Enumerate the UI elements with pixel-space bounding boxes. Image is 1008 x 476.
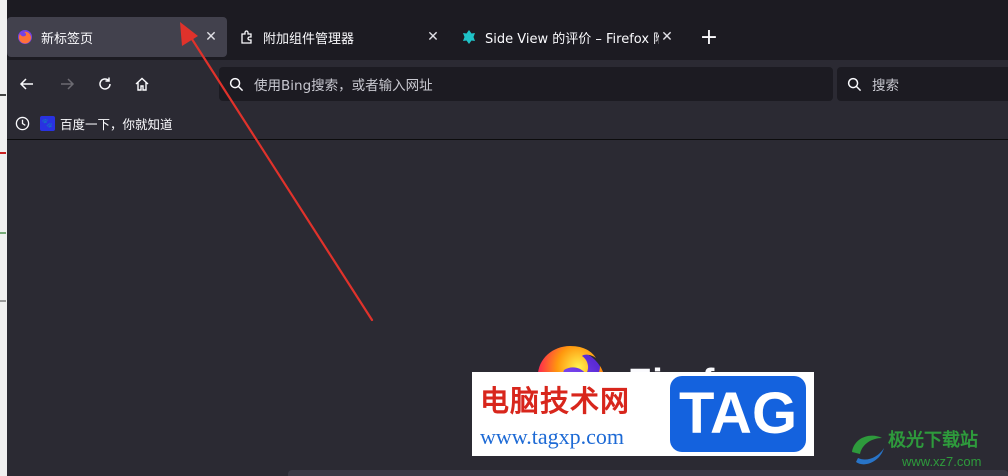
reload-icon — [99, 77, 111, 90]
content-search-box-edge — [288, 470, 1008, 476]
home-button[interactable] — [128, 70, 156, 98]
tab-new-tab[interactable]: 新标签页 ✕ — [7, 17, 227, 57]
bookmarks-toolbar: 🐾 百度一下，你就知道 — [7, 108, 1008, 140]
clock-icon[interactable] — [15, 116, 30, 131]
firefox-icon — [17, 29, 33, 45]
url-bar-placeholder: 使用Bing搜索，或者输入网址 — [254, 78, 433, 94]
close-tab-icon[interactable]: ✕ — [659, 29, 675, 45]
baidu-icon: 🐾 — [40, 116, 55, 131]
aurora-logo-icon — [852, 435, 884, 465]
tab-title: 新标签页 — [41, 31, 94, 47]
forward-button[interactable] — [53, 70, 81, 98]
side-view-icon — [461, 29, 477, 45]
puzzle-icon — [239, 29, 255, 45]
reload-button[interactable] — [91, 70, 119, 98]
search-bar[interactable]: 搜索 — [837, 67, 1008, 101]
tab-bar: 新标签页 ✕ 附加组件管理器 ✕ Side View 的评价 – Firefox… — [7, 0, 1008, 60]
watermark-tagxp: 电脑技术网 www.tagxp.com TAG — [472, 372, 814, 456]
watermark-tag-logo: TAG — [670, 376, 806, 452]
back-button[interactable] — [13, 70, 41, 98]
arrow-right-icon — [61, 78, 75, 90]
search-bar-placeholder: 搜索 — [872, 78, 899, 94]
search-icon — [847, 77, 862, 92]
watermark-title: 电脑技术网 — [480, 384, 631, 418]
watermark-site-url: www.xz7.com — [902, 454, 982, 469]
new-tab-button[interactable]: + — [697, 27, 721, 51]
tab-addons-manager[interactable]: 附加组件管理器 ✕ — [229, 17, 449, 57]
watermark-site-name: 极光下载站 — [888, 430, 978, 451]
home-icon — [135, 77, 149, 91]
tab-title: Side View 的评价 – Firefox 附加 — [485, 31, 659, 47]
background-window-edge — [0, 0, 7, 476]
watermark-url: www.tagxp.com — [480, 424, 624, 449]
search-icon — [229, 77, 244, 92]
arrow-left-icon — [19, 78, 33, 90]
close-tab-icon[interactable]: ✕ — [203, 29, 219, 45]
navigation-toolbar: 使用Bing搜索，或者输入网址 搜索 — [7, 60, 1008, 108]
tab-title: 附加组件管理器 — [263, 31, 355, 47]
watermark-xz7: 极光下载站 www.xz7.com — [848, 424, 1008, 476]
bookmark-label: 百度一下，你就知道 — [60, 117, 173, 132]
url-bar[interactable]: 使用Bing搜索，或者输入网址 — [219, 67, 833, 101]
close-tab-icon[interactable]: ✕ — [425, 29, 441, 45]
tab-side-view-review[interactable]: Side View 的评价 – Firefox 附加 ✕ — [451, 17, 683, 57]
bookmark-baidu[interactable]: 🐾 百度一下，你就知道 — [40, 114, 173, 133]
